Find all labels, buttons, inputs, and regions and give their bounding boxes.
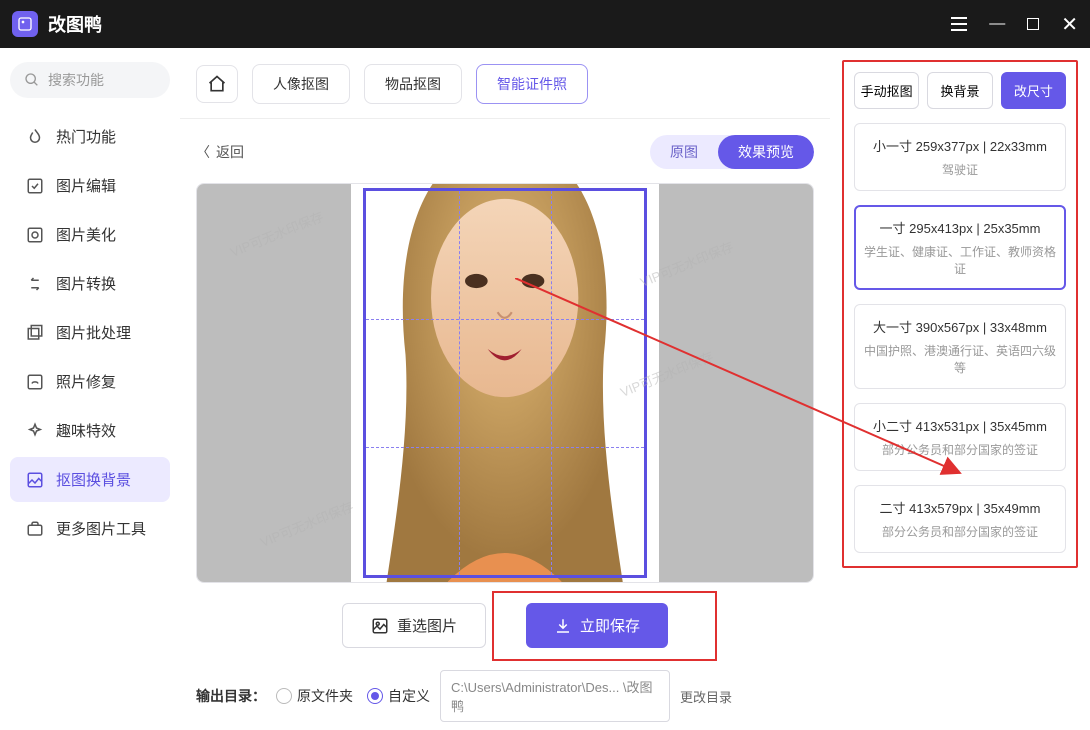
sidebar-item-more[interactable]: 更多图片工具	[10, 506, 170, 551]
search-input[interactable]: 搜索功能	[10, 62, 170, 98]
size-card-2[interactable]: 大一寸 390x567px | 33x48mm 中国护照、港澳通行证、英语四六级…	[854, 304, 1066, 389]
maximize-button[interactable]	[1027, 18, 1039, 30]
search-icon	[24, 72, 40, 88]
output-row: 输出目录： 原文件夹 自定义 C:\Users\Administrator\De…	[196, 670, 814, 722]
output-path-input[interactable]: C:\Users\Administrator\Des... \改图鸭	[440, 670, 670, 722]
toolbox-icon	[24, 520, 46, 538]
radio-source-folder[interactable]: 原文件夹	[276, 686, 353, 706]
sidebar-item-edit[interactable]: 图片编辑	[10, 163, 170, 208]
app-title: 改图鸭	[48, 11, 102, 37]
annotation-box-right: 手动抠图 换背景 改尺寸 小一寸 259x377px | 22x33mm 驾驶证…	[842, 60, 1078, 568]
crop-handle-tl[interactable]	[363, 188, 381, 206]
change-directory-link[interactable]: 更改目录	[680, 687, 732, 706]
beauty-icon	[24, 226, 46, 244]
edit-icon	[24, 177, 46, 195]
divider	[180, 118, 830, 119]
watermark: VIP可无水印保存	[227, 206, 326, 261]
back-button[interactable]: 〈 返回	[196, 142, 244, 162]
main-area: 人像抠图 物品抠图 智能证件照 〈 返回 原图 效果预览	[180, 48, 830, 730]
app-logo	[12, 11, 38, 37]
home-button[interactable]	[196, 65, 238, 103]
image-canvas[interactable]: VIP可无水印保存 VIP可无水印保存 VIP可无水印保存 VIP可无水印保存	[196, 183, 814, 583]
title-bar: 改图鸭 — ✕	[0, 0, 1090, 48]
tab-portrait-cutout[interactable]: 人像抠图	[252, 64, 350, 104]
sidebar-item-convert[interactable]: 图片转换	[10, 261, 170, 306]
right-panel: 手动抠图 换背景 改尺寸 小一寸 259x377px | 22x33mm 驾驶证…	[830, 48, 1090, 730]
sidebar-item-hot[interactable]: 热门功能	[10, 114, 170, 159]
rtab-manual-cutout[interactable]: 手动抠图	[854, 72, 919, 109]
watermark: VIP可无水印保存	[637, 236, 736, 291]
batch-icon	[24, 324, 46, 342]
close-button[interactable]: ✕	[1061, 12, 1078, 37]
toggle-preview[interactable]: 效果预览	[718, 135, 814, 169]
rtab-resize[interactable]: 改尺寸	[1001, 72, 1066, 109]
size-card-1[interactable]: 一寸 295x413px | 25x35mm 学生证、健康证、工作证、教师资格证	[854, 205, 1066, 290]
sidebar-item-cutout-bg[interactable]: 抠图换背景	[10, 457, 170, 502]
sidebar-item-fun[interactable]: 趣味特效	[10, 408, 170, 453]
restore-icon	[24, 373, 46, 391]
sparkle-icon	[24, 422, 46, 440]
watermark: VIP可无水印保存	[257, 496, 356, 551]
crop-frame[interactable]	[363, 188, 646, 578]
minimize-button[interactable]: —	[989, 15, 1005, 33]
tab-smart-idphoto[interactable]: 智能证件照	[476, 64, 588, 104]
save-button[interactable]: 立即保存	[526, 603, 668, 648]
convert-icon	[24, 275, 46, 293]
crop-handle-br[interactable]	[629, 560, 647, 578]
rtab-change-bg[interactable]: 换背景	[927, 72, 992, 109]
radio-custom-folder[interactable]: 自定义	[367, 686, 430, 706]
crop-handle-tr[interactable]	[629, 188, 647, 206]
home-icon	[207, 74, 227, 94]
reselect-image-button[interactable]: 重选图片	[342, 603, 486, 648]
chevron-left-icon: 〈	[196, 142, 210, 162]
fire-icon	[24, 128, 46, 146]
size-card-4[interactable]: 二寸 413x579px | 35x49mm 部分公务员和部分国家的签证	[854, 485, 1066, 553]
menu-icon[interactable]	[951, 17, 967, 31]
crop-handle-bl[interactable]	[363, 560, 381, 578]
tab-object-cutout[interactable]: 物品抠图	[364, 64, 462, 104]
output-label: 输出目录：	[196, 686, 266, 706]
size-card-3[interactable]: 小二寸 413x531px | 35x45mm 部分公务员和部分国家的签证	[854, 403, 1066, 471]
sidebar-item-restore[interactable]: 照片修复	[10, 359, 170, 404]
toggle-original[interactable]: 原图	[650, 135, 718, 169]
cutout-icon	[24, 471, 46, 489]
view-toggle: 原图 效果预览	[650, 135, 814, 169]
sidebar-item-beautify[interactable]: 图片美化	[10, 212, 170, 257]
size-card-0[interactable]: 小一寸 259x377px | 22x33mm 驾驶证	[854, 123, 1066, 191]
image-icon	[371, 617, 389, 635]
sidebar: 搜索功能 热门功能 图片编辑 图片美化 图片转换 图片批处理	[0, 48, 180, 730]
sidebar-item-batch[interactable]: 图片批处理	[10, 310, 170, 355]
download-icon	[554, 617, 572, 635]
